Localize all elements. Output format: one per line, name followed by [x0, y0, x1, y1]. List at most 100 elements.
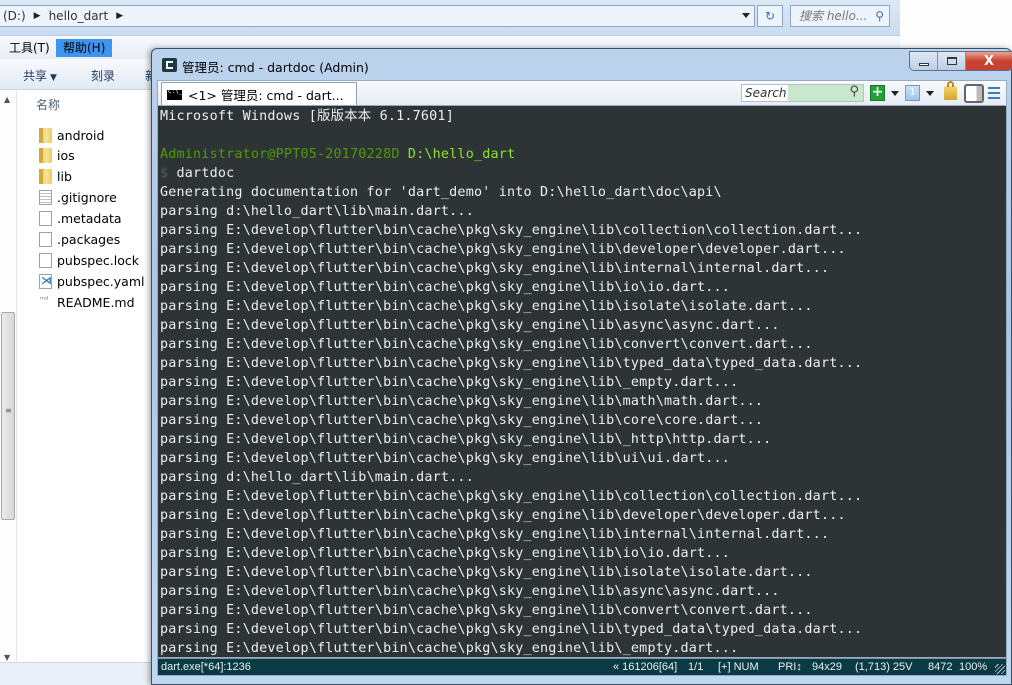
resize-grip-icon[interactable]: [995, 664, 1005, 674]
conemu-app-icon[interactable]: [162, 58, 177, 72]
title-bar[interactable]: 管理员: cmd - dartdoc (Admin) X: [152, 49, 1012, 79]
grip-icon: ≡: [5, 406, 12, 415]
new-console-button[interactable]: +: [870, 85, 885, 101]
maximize-icon: [946, 57, 957, 65]
status-zoom[interactable]: 100%: [959, 659, 987, 676]
file-name: ios: [57, 147, 75, 163]
console-command-line: $ dartdoc: [160, 164, 1006, 183]
status-version[interactable]: « 161206[64]: [613, 659, 677, 676]
console-status-bar: dart.exe[*64]:1236 « 161206[64] 1/1 [+] …: [157, 658, 1007, 676]
status-priority[interactable]: PRI↕: [778, 659, 802, 676]
file-item-ios[interactable]: ios: [39, 145, 75, 165]
minimize-icon: [918, 62, 929, 66]
burn-button[interactable]: 刻录: [91, 67, 115, 84]
breadcrumb-separator-icon[interactable]: ▶: [34, 11, 41, 21]
prompt-symbol: $: [160, 166, 169, 181]
share-button[interactable]: 共享 ▼: [23, 67, 57, 84]
console-output-line: parsing E:\develop\flutter\bin\cache\pkg…: [160, 242, 846, 257]
file-name: pubspec.yaml: [57, 273, 145, 289]
scroll-up-icon[interactable]: ▲: [4, 95, 10, 104]
maximize-button[interactable]: [938, 52, 966, 70]
window-controls: X: [909, 51, 1012, 71]
search-icon[interactable]: ⚲: [875, 6, 884, 26]
split-view-icon[interactable]: [964, 84, 984, 103]
file-item-lib[interactable]: lib: [39, 166, 72, 186]
refresh-button[interactable]: ↻: [757, 5, 783, 27]
column-header-name[interactable]: 名称: [36, 96, 60, 113]
console-output-line: Generating documentation for 'dart_demo'…: [160, 185, 722, 200]
folder-icon: [39, 168, 52, 184]
folder-icon: [39, 127, 52, 143]
close-icon: X: [983, 53, 995, 69]
console-output-line: parsing E:\develop\flutter\bin\cache\pkg…: [160, 641, 739, 656]
status-cursor-pos[interactable]: (1,713) 25V: [855, 659, 912, 676]
console-output-line: parsing E:\develop\flutter\bin\cache\pkg…: [160, 375, 739, 390]
file-item-metadata[interactable]: .metadata: [39, 208, 122, 228]
folder-icon: [39, 147, 52, 163]
file-name: .packages: [57, 231, 121, 247]
console-output-line: parsing E:\develop\flutter\bin\cache\pkg…: [160, 603, 813, 618]
console-search-input[interactable]: Search ⚲: [741, 84, 864, 102]
file-item-pubspec-lock[interactable]: pubspec.lock: [39, 250, 139, 270]
file-item-readme[interactable]: README.md: [39, 292, 135, 312]
console-output-line: parsing E:\develop\flutter\bin\cache\pkg…: [160, 280, 731, 295]
file-name: android: [57, 127, 105, 143]
refresh-icon: ↻: [764, 9, 776, 23]
pane-number: 1: [909, 87, 916, 98]
address-dropdown-icon[interactable]: [742, 13, 750, 18]
search-icon[interactable]: ⚲: [849, 84, 859, 100]
vscode-file-icon: [39, 273, 52, 289]
console-output-line: parsing d:\hello_dart\lib\main.dart...: [160, 470, 474, 485]
file-item-android[interactable]: android: [39, 125, 104, 145]
console-output-line: parsing E:\develop\flutter\bin\cache\pkg…: [160, 565, 813, 580]
file-item-gitignore[interactable]: .gitignore: [39, 187, 117, 207]
file-icon: [39, 210, 52, 226]
console-output[interactable]: Microsoft Windows [版版本本 6.1.7601] Admini…: [157, 105, 1007, 658]
explorer-address-bar: (D:) ▶ hello_dart ▶ ↻ 搜索 hello... ⚲: [0, 0, 900, 36]
explorer-search-input[interactable]: 搜索 hello... ⚲: [790, 5, 890, 27]
status-process[interactable]: dart.exe[*64]:1236: [161, 659, 251, 676]
console-output-line: parsing E:\develop\flutter\bin\cache\pkg…: [160, 356, 863, 371]
navigation-scrollbar[interactable]: ▲ ≡ ▼: [0, 90, 17, 662]
console-output-line: parsing E:\develop\flutter\bin\cache\pkg…: [160, 318, 780, 333]
status-console-size[interactable]: 94x29: [812, 659, 842, 676]
close-button[interactable]: X: [966, 52, 1012, 70]
console-output-line: parsing E:\develop\flutter\bin\cache\pkg…: [160, 508, 846, 523]
file-item-pubspec-yaml[interactable]: pubspec.yaml: [39, 271, 144, 291]
lock-icon[interactable]: [944, 81, 957, 100]
pane-selector-button[interactable]: 1: [905, 85, 920, 101]
new-console-dropdown-icon[interactable]: [891, 91, 899, 96]
pane-dropdown-icon[interactable]: [926, 91, 934, 96]
explorer-search-placeholder: 搜索 hello...: [799, 9, 868, 23]
status-console-index[interactable]: 1/1: [688, 659, 703, 676]
console-header-line: Microsoft Windows [版版本本 6.1.7601]: [160, 109, 454, 124]
console-output-line: parsing E:\develop\flutter\bin\cache\pkg…: [160, 413, 764, 428]
console-output-line: parsing E:\develop\flutter\bin\cache\pkg…: [160, 299, 813, 314]
address-input[interactable]: (D:) ▶ hello_dart ▶: [0, 5, 755, 27]
file-item-packages[interactable]: .packages: [39, 229, 120, 249]
status-pid[interactable]: 8472: [928, 659, 952, 676]
console-output-lines: Generating documentation for 'dart_demo'…: [160, 183, 1006, 657]
breadcrumb-folder[interactable]: hello_dart: [49, 9, 109, 23]
console-output-line: parsing E:\develop\flutter\bin\cache\pkg…: [160, 394, 764, 409]
breadcrumb-separator-icon[interactable]: ▶: [116, 11, 123, 21]
window-title: 管理员: cmd - dartdoc (Admin): [182, 60, 369, 75]
hamburger-menu-icon[interactable]: [988, 87, 1000, 99]
prompt-path: D:\hello_dart: [407, 147, 516, 162]
file-icon: [39, 252, 52, 268]
minimize-button[interactable]: [910, 52, 938, 70]
console-output-line: parsing E:\develop\flutter\bin\cache\pkg…: [160, 546, 731, 561]
breadcrumb-drive[interactable]: (D:): [3, 9, 26, 23]
share-label: 共享: [23, 69, 48, 83]
console-output-line: parsing E:\develop\flutter\bin\cache\pkg…: [160, 337, 813, 352]
scroll-down-icon[interactable]: ▼: [4, 653, 10, 662]
command-text: dartdoc: [176, 166, 235, 181]
console-output-line: parsing E:\develop\flutter\bin\cache\pkg…: [160, 432, 772, 447]
tab-console-1[interactable]: <1> 管理员: cmd - dart...: [161, 82, 357, 106]
console-output-line: parsing E:\develop\flutter\bin\cache\pkg…: [160, 261, 830, 276]
scrollbar-thumb[interactable]: ≡: [1, 312, 15, 520]
menu-help[interactable]: 帮助(H): [56, 39, 113, 57]
menu-tools[interactable]: 工具(T): [2, 39, 57, 57]
status-keyboard[interactable]: [+] NUM: [718, 659, 759, 676]
